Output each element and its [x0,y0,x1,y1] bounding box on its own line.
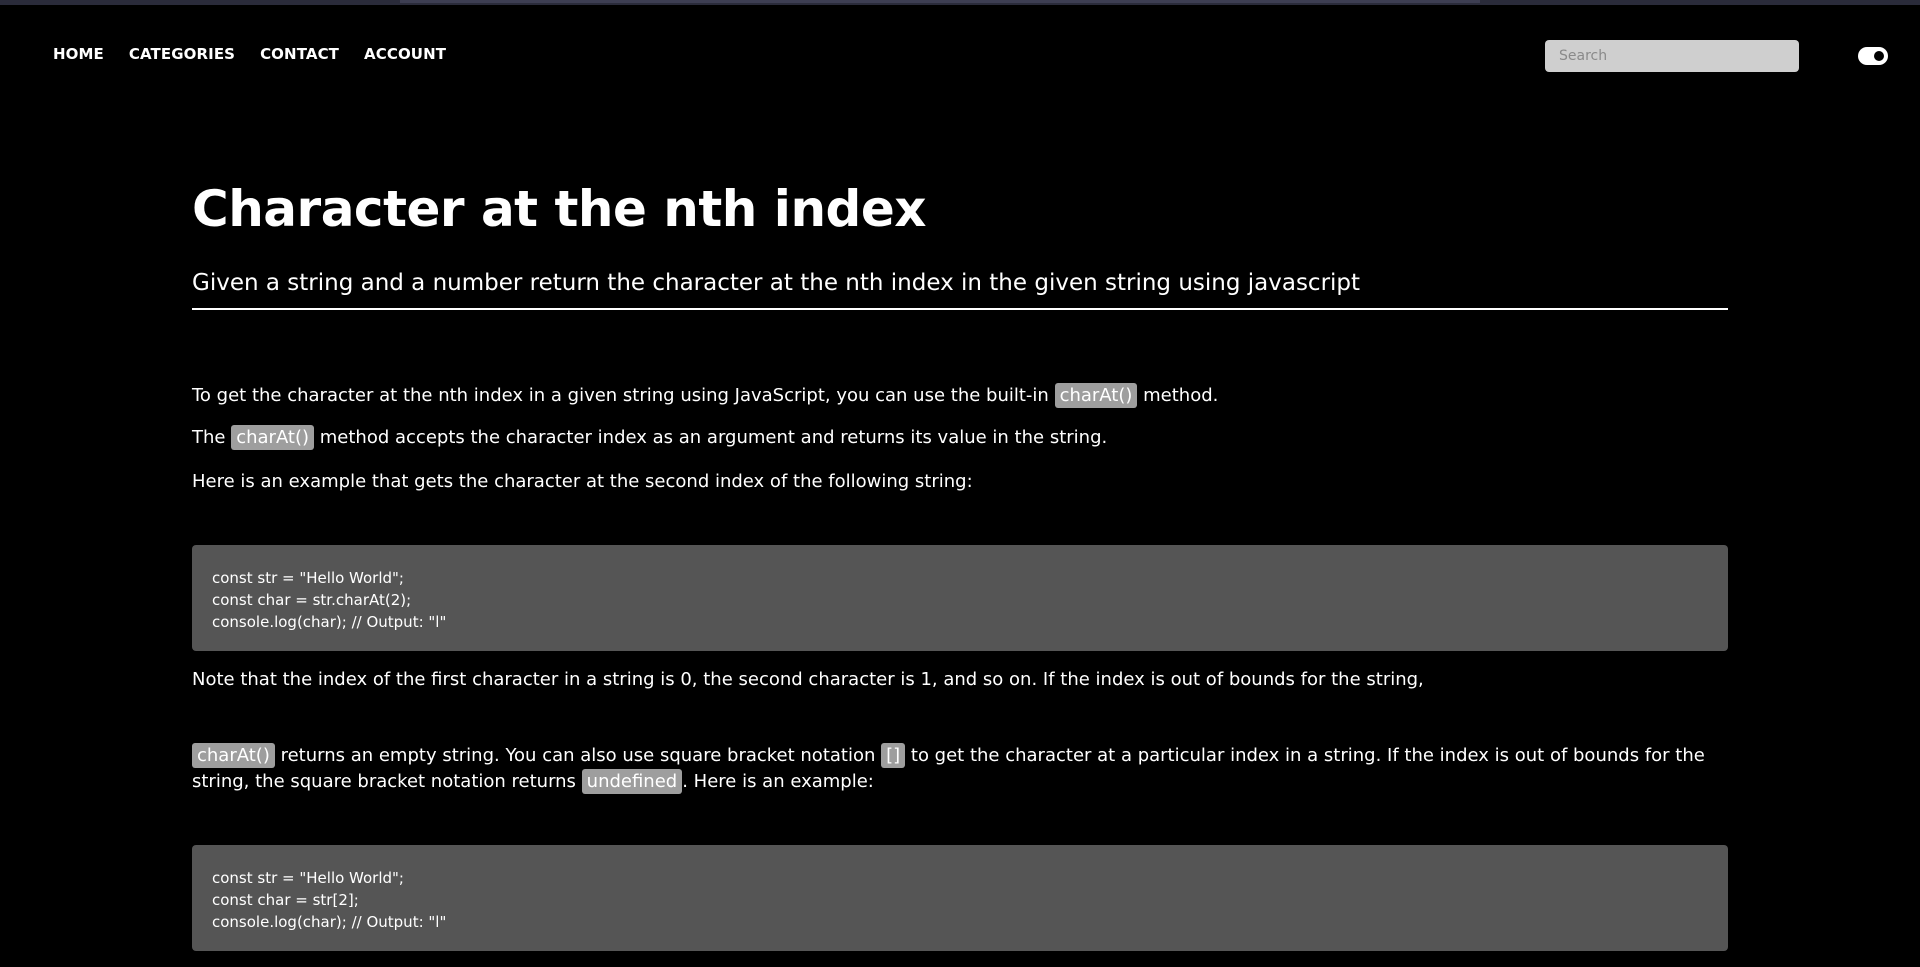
nav-link-account[interactable]: ACCOUNT [364,45,446,63]
theme-toggle[interactable] [1858,47,1888,65]
nav-link-categories[interactable]: CATEGORIES [129,45,235,63]
inline-code: [] [881,743,906,768]
inline-code: undefined [581,769,683,794]
paragraph-text: . Here is an example: [682,771,874,792]
search-input[interactable] [1545,40,1799,72]
paragraph-intro: To get the character at the nth index in… [192,383,1728,409]
paragraph-bracket-notation: charAt() returns an empty string. You ca… [192,743,1728,795]
code-line: const str = "Hello World"; [212,869,404,887]
code-line: const char = str.charAt(2); [212,591,412,609]
nav-link-contact[interactable]: CONTACT [260,45,339,63]
paragraph-index-note: Note that the index of the first charact… [192,669,1424,690]
code-line: console.log(char); // Output: "l" [212,913,447,931]
paragraph-text: method accepts the character index as an… [314,427,1108,448]
inline-code: charAt() [231,425,315,450]
paragraph-text: To get the character at the nth index in… [192,385,1055,406]
paragraph-text: returns an empty string. You can also us… [274,745,882,766]
page-title: Character at the nth index [192,180,927,238]
page-subtitle: Given a string and a number return the c… [192,270,1728,310]
paragraph-charat-description: The charAt() method accepts the characte… [192,425,1728,451]
code-line: const str = "Hello World"; [212,569,404,587]
code-block-charat: const str = "Hello World"; const char = … [192,545,1728,651]
code-line: const char = str[2]; [212,891,359,909]
top-navigation: HOME CATEGORIES CONTACT ACCOUNT [0,5,1920,105]
toggle-knob-icon [1874,51,1884,61]
paragraph-example-intro: Here is an example that gets the charact… [192,471,973,492]
nav-link-home[interactable]: HOME [53,45,104,63]
nav-links: HOME CATEGORIES CONTACT ACCOUNT [53,45,446,63]
window-top-strip-highlight [400,0,1480,3]
code-block-bracket: const str = "Hello World"; const char = … [192,845,1728,951]
paragraph-text: method. [1137,385,1219,406]
inline-code: charAt() [192,743,275,768]
paragraph-text: The [192,427,232,448]
code-line: console.log(char); // Output: "l" [212,613,447,631]
inline-code: charAt() [1054,383,1138,408]
